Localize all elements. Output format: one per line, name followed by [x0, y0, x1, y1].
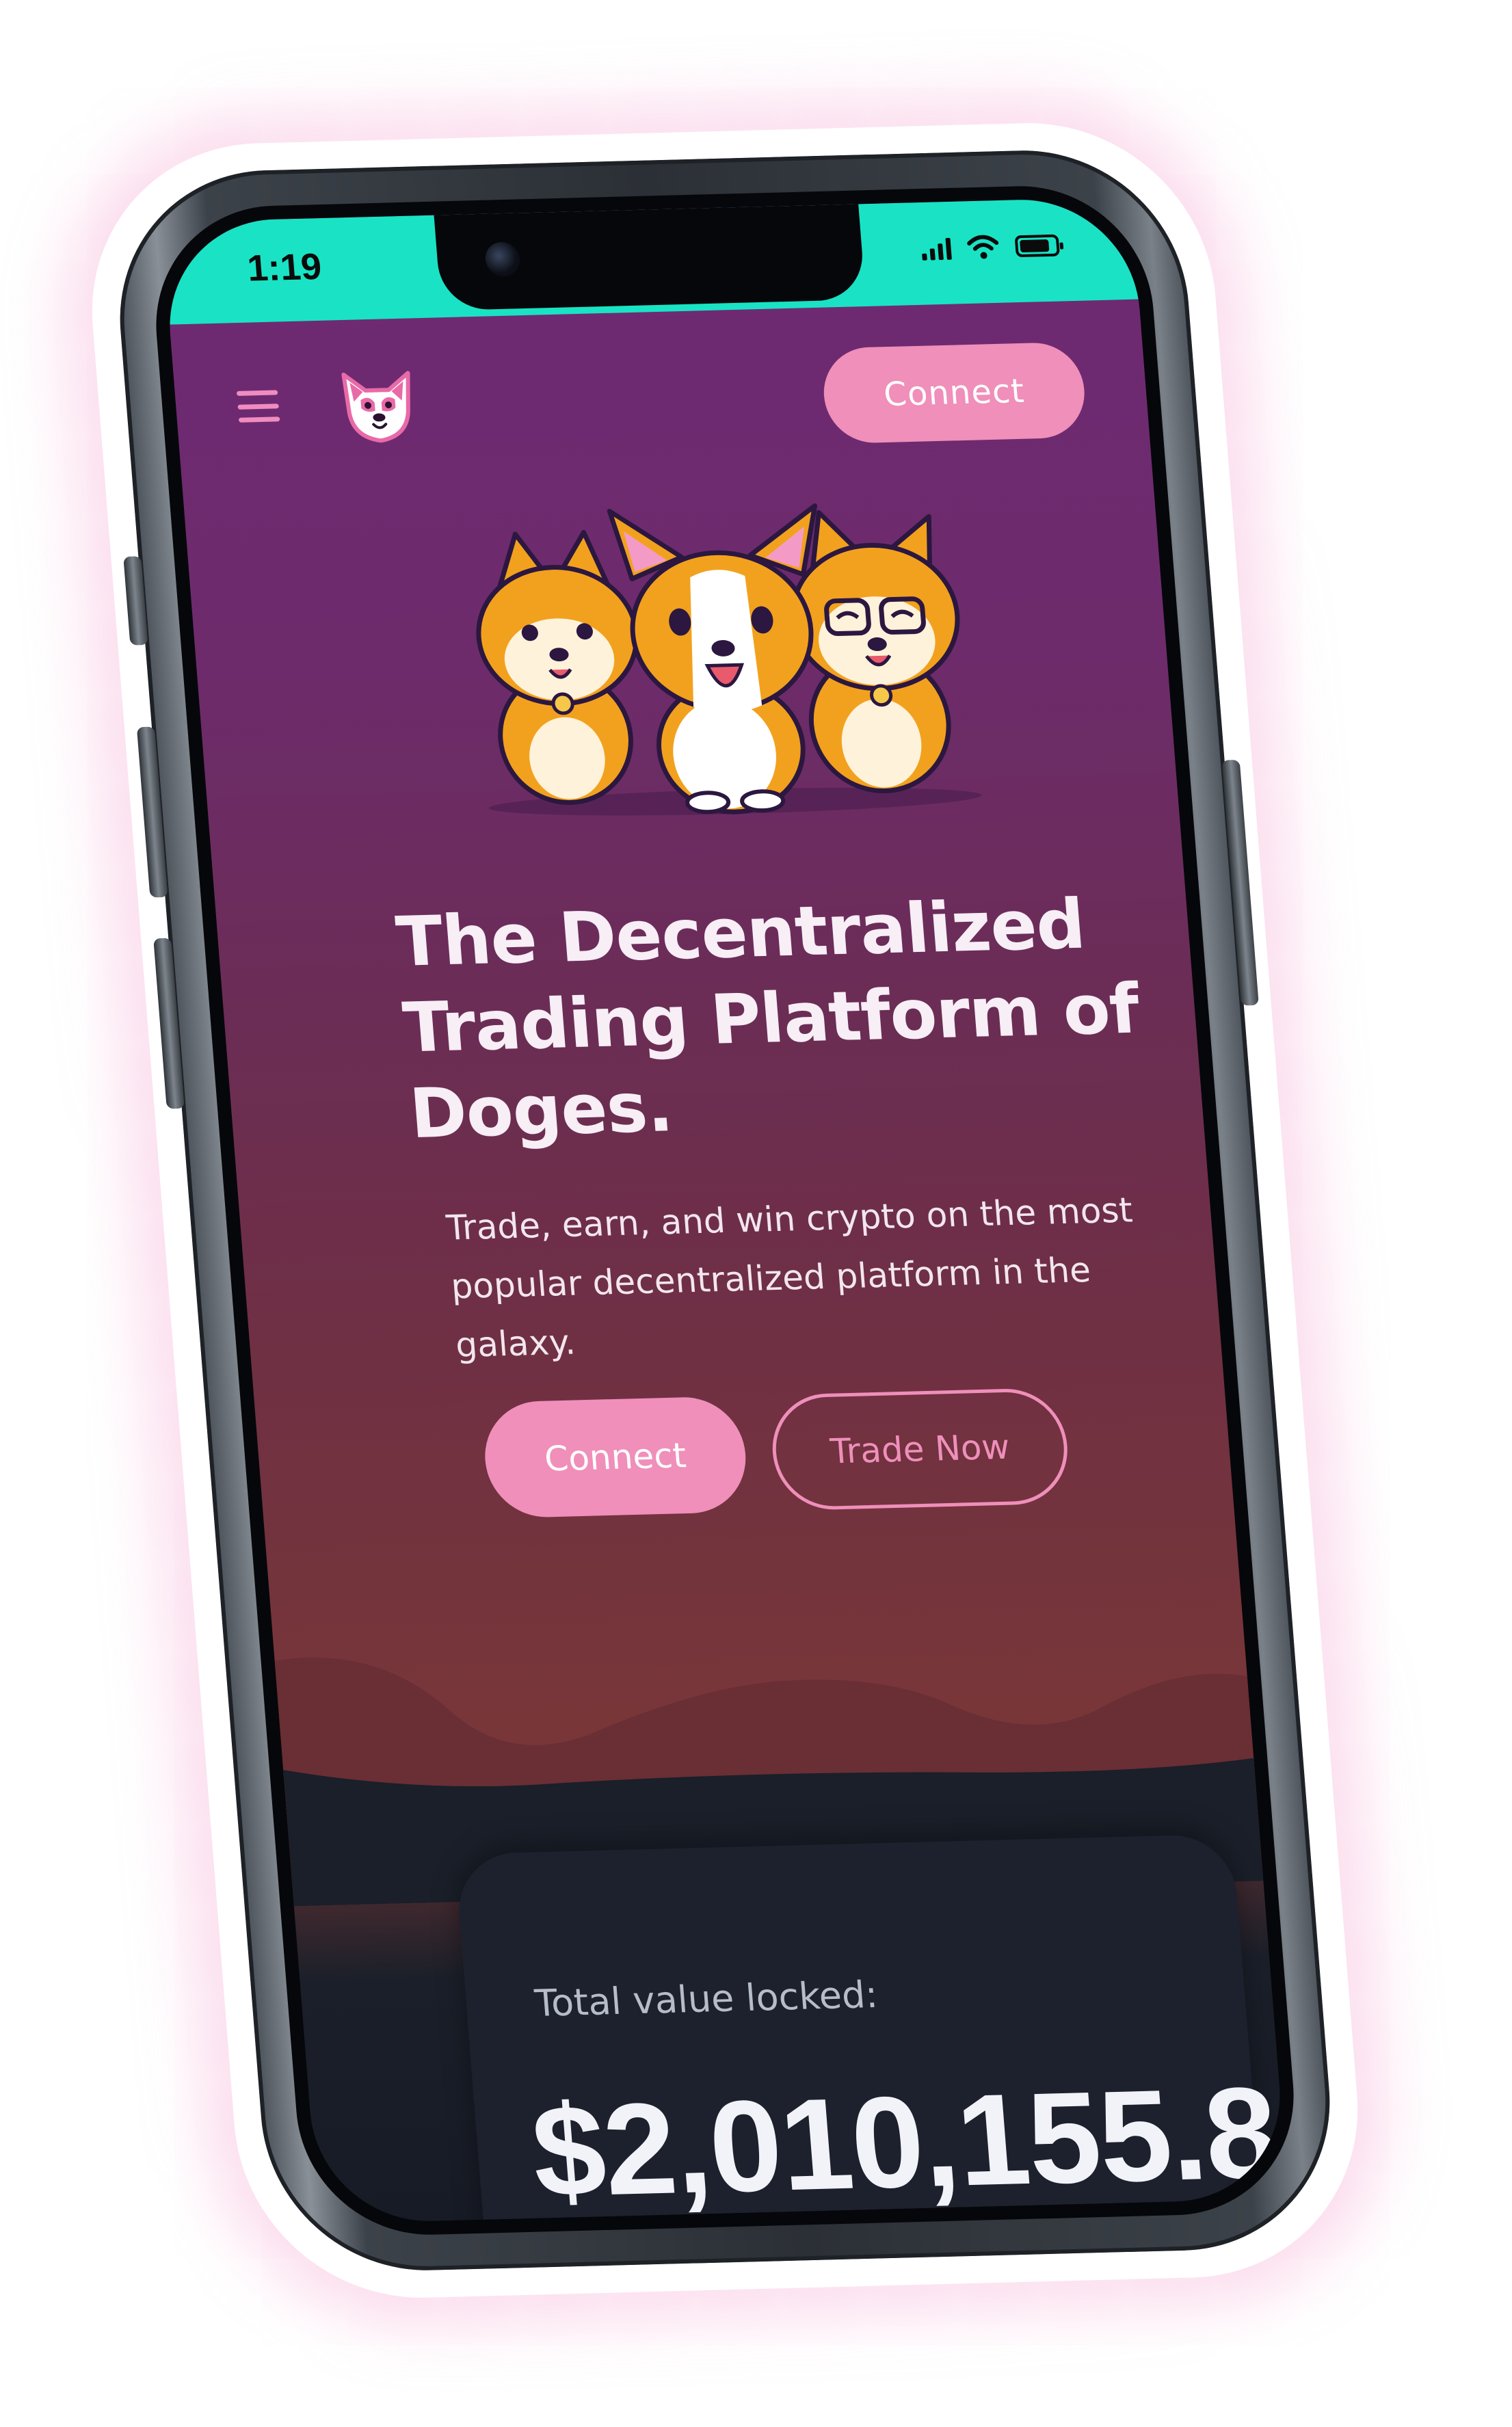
- camera-notch: [434, 204, 866, 311]
- tvl-label: Total value locked:: [533, 1973, 879, 2025]
- phone-mockup: 1:19 Connect The Decentralized Trading P…: [108, 146, 1342, 2275]
- app-header: Connect: [170, 300, 1152, 488]
- shiba-dog-left: [476, 529, 639, 806]
- phone-screen: 1:19 Connect The Decentralized Trading P…: [161, 196, 1288, 2225]
- cellular-signal-icon: [920, 237, 952, 261]
- hero-subtitle: Trade, earn, and win crypto on the most …: [445, 1190, 1135, 1366]
- front-camera: [483, 241, 521, 277]
- hero-cta-row: Connect Trade Now: [480, 1387, 1072, 1519]
- corgi-dog-middle: [607, 503, 818, 814]
- hamburger-menu-icon[interactable]: [236, 390, 280, 423]
- three-dogs-illustration: [476, 503, 982, 816]
- mockup-stage: 1:19 Connect The Decentralized Trading P…: [0, 0, 1512, 2427]
- header-connect-button[interactable]: Connect: [820, 341, 1088, 445]
- trade-now-button[interactable]: Trade Now: [768, 1387, 1072, 1511]
- status-time: 1:19: [246, 246, 323, 289]
- corgi-logo-icon[interactable]: [330, 359, 426, 450]
- tvl-card: Total value locked: $2,010,155.85: [454, 1833, 1288, 2225]
- hero-title: The Decentralized Trading Platform of Do…: [393, 884, 1142, 1154]
- wifi-icon: [967, 235, 999, 259]
- tvl-value: $2,010,155.85: [527, 2058, 1288, 2225]
- battery-icon: [1014, 234, 1061, 258]
- hero-connect-button[interactable]: Connect: [480, 1396, 750, 1519]
- shiba-dog-right: [790, 509, 960, 794]
- status-icons: [920, 233, 1061, 261]
